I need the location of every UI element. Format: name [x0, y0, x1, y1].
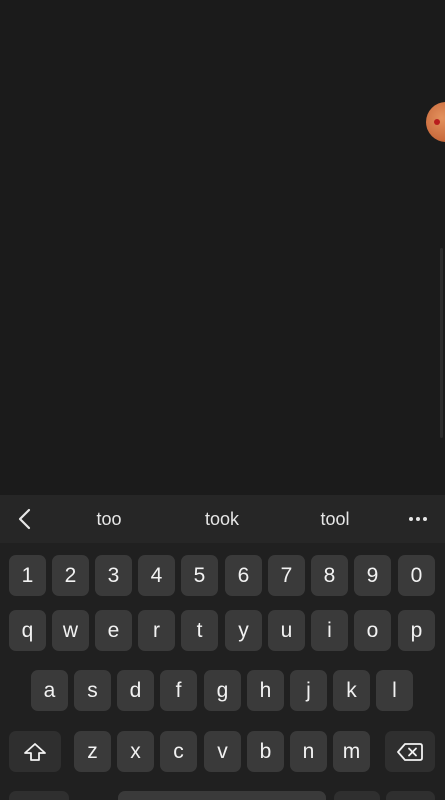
key-s[interactable]: s [74, 670, 111, 711]
more-horizontal-icon[interactable] [402, 505, 434, 533]
backspace-key[interactable] [385, 731, 435, 772]
key-g[interactable]: g [204, 670, 241, 711]
key-a[interactable]: a [31, 670, 68, 711]
key-l[interactable]: l [376, 670, 413, 711]
on-screen-keyboard: 1 2 3 4 5 6 7 8 9 0 q w e r t y u i o p … [0, 543, 445, 800]
suggestion-word-1[interactable]: too [74, 507, 144, 531]
suggestion-word-3[interactable]: tool [300, 507, 370, 531]
shift-key[interactable] [9, 731, 61, 772]
key-m[interactable]: m [333, 731, 370, 772]
key-r[interactable]: r [138, 610, 175, 651]
key-o[interactable]: o [354, 610, 391, 651]
key-8[interactable]: 8 [311, 555, 348, 596]
key-0[interactable]: 0 [398, 555, 435, 596]
keyboard-suggestion-bar: too took tool [0, 495, 445, 543]
key-6[interactable]: 6 [225, 555, 262, 596]
app-content-area[interactable] [0, 0, 445, 495]
bubble-notification-dot [434, 119, 440, 125]
key-w[interactable]: w [52, 610, 89, 651]
key-7[interactable]: 7 [268, 555, 305, 596]
key-f[interactable]: f [160, 670, 197, 711]
key-v[interactable]: v [204, 731, 241, 772]
edge-panel-handle[interactable] [440, 248, 443, 438]
key-j[interactable]: j [290, 670, 327, 711]
key-c[interactable]: c [160, 731, 197, 772]
key-9[interactable]: 9 [354, 555, 391, 596]
key-5[interactable]: 5 [181, 555, 218, 596]
backspace-icon [385, 742, 435, 762]
chevron-left-icon[interactable] [10, 505, 40, 533]
key-k[interactable]: k [333, 670, 370, 711]
key-1[interactable]: 1 [9, 555, 46, 596]
key-t[interactable]: t [181, 610, 218, 651]
key-b[interactable]: b [247, 731, 284, 772]
key-y[interactable]: y [225, 610, 262, 651]
key-p[interactable]: p [398, 610, 435, 651]
space-key[interactable] [118, 791, 326, 800]
symbols-key[interactable] [9, 791, 69, 800]
key-e[interactable]: e [95, 610, 132, 651]
key-d[interactable]: d [117, 670, 154, 711]
phone-screen: too took tool 1 2 3 4 5 6 7 8 9 0 q w e … [0, 0, 445, 800]
key-z[interactable]: z [74, 731, 111, 772]
shift-arrow-icon [9, 742, 61, 762]
key-n[interactable]: n [290, 731, 327, 772]
suggestion-word-2[interactable]: took [187, 507, 257, 531]
key-i[interactable]: i [311, 610, 348, 651]
floating-chat-bubble[interactable] [426, 102, 445, 142]
key-2[interactable]: 2 [52, 555, 89, 596]
key-x[interactable]: x [117, 731, 154, 772]
period-key[interactable] [334, 791, 380, 800]
key-q[interactable]: q [9, 610, 46, 651]
key-4[interactable]: 4 [138, 555, 175, 596]
key-h[interactable]: h [247, 670, 284, 711]
key-3[interactable]: 3 [95, 555, 132, 596]
key-u[interactable]: u [268, 610, 305, 651]
enter-key[interactable] [386, 791, 435, 800]
